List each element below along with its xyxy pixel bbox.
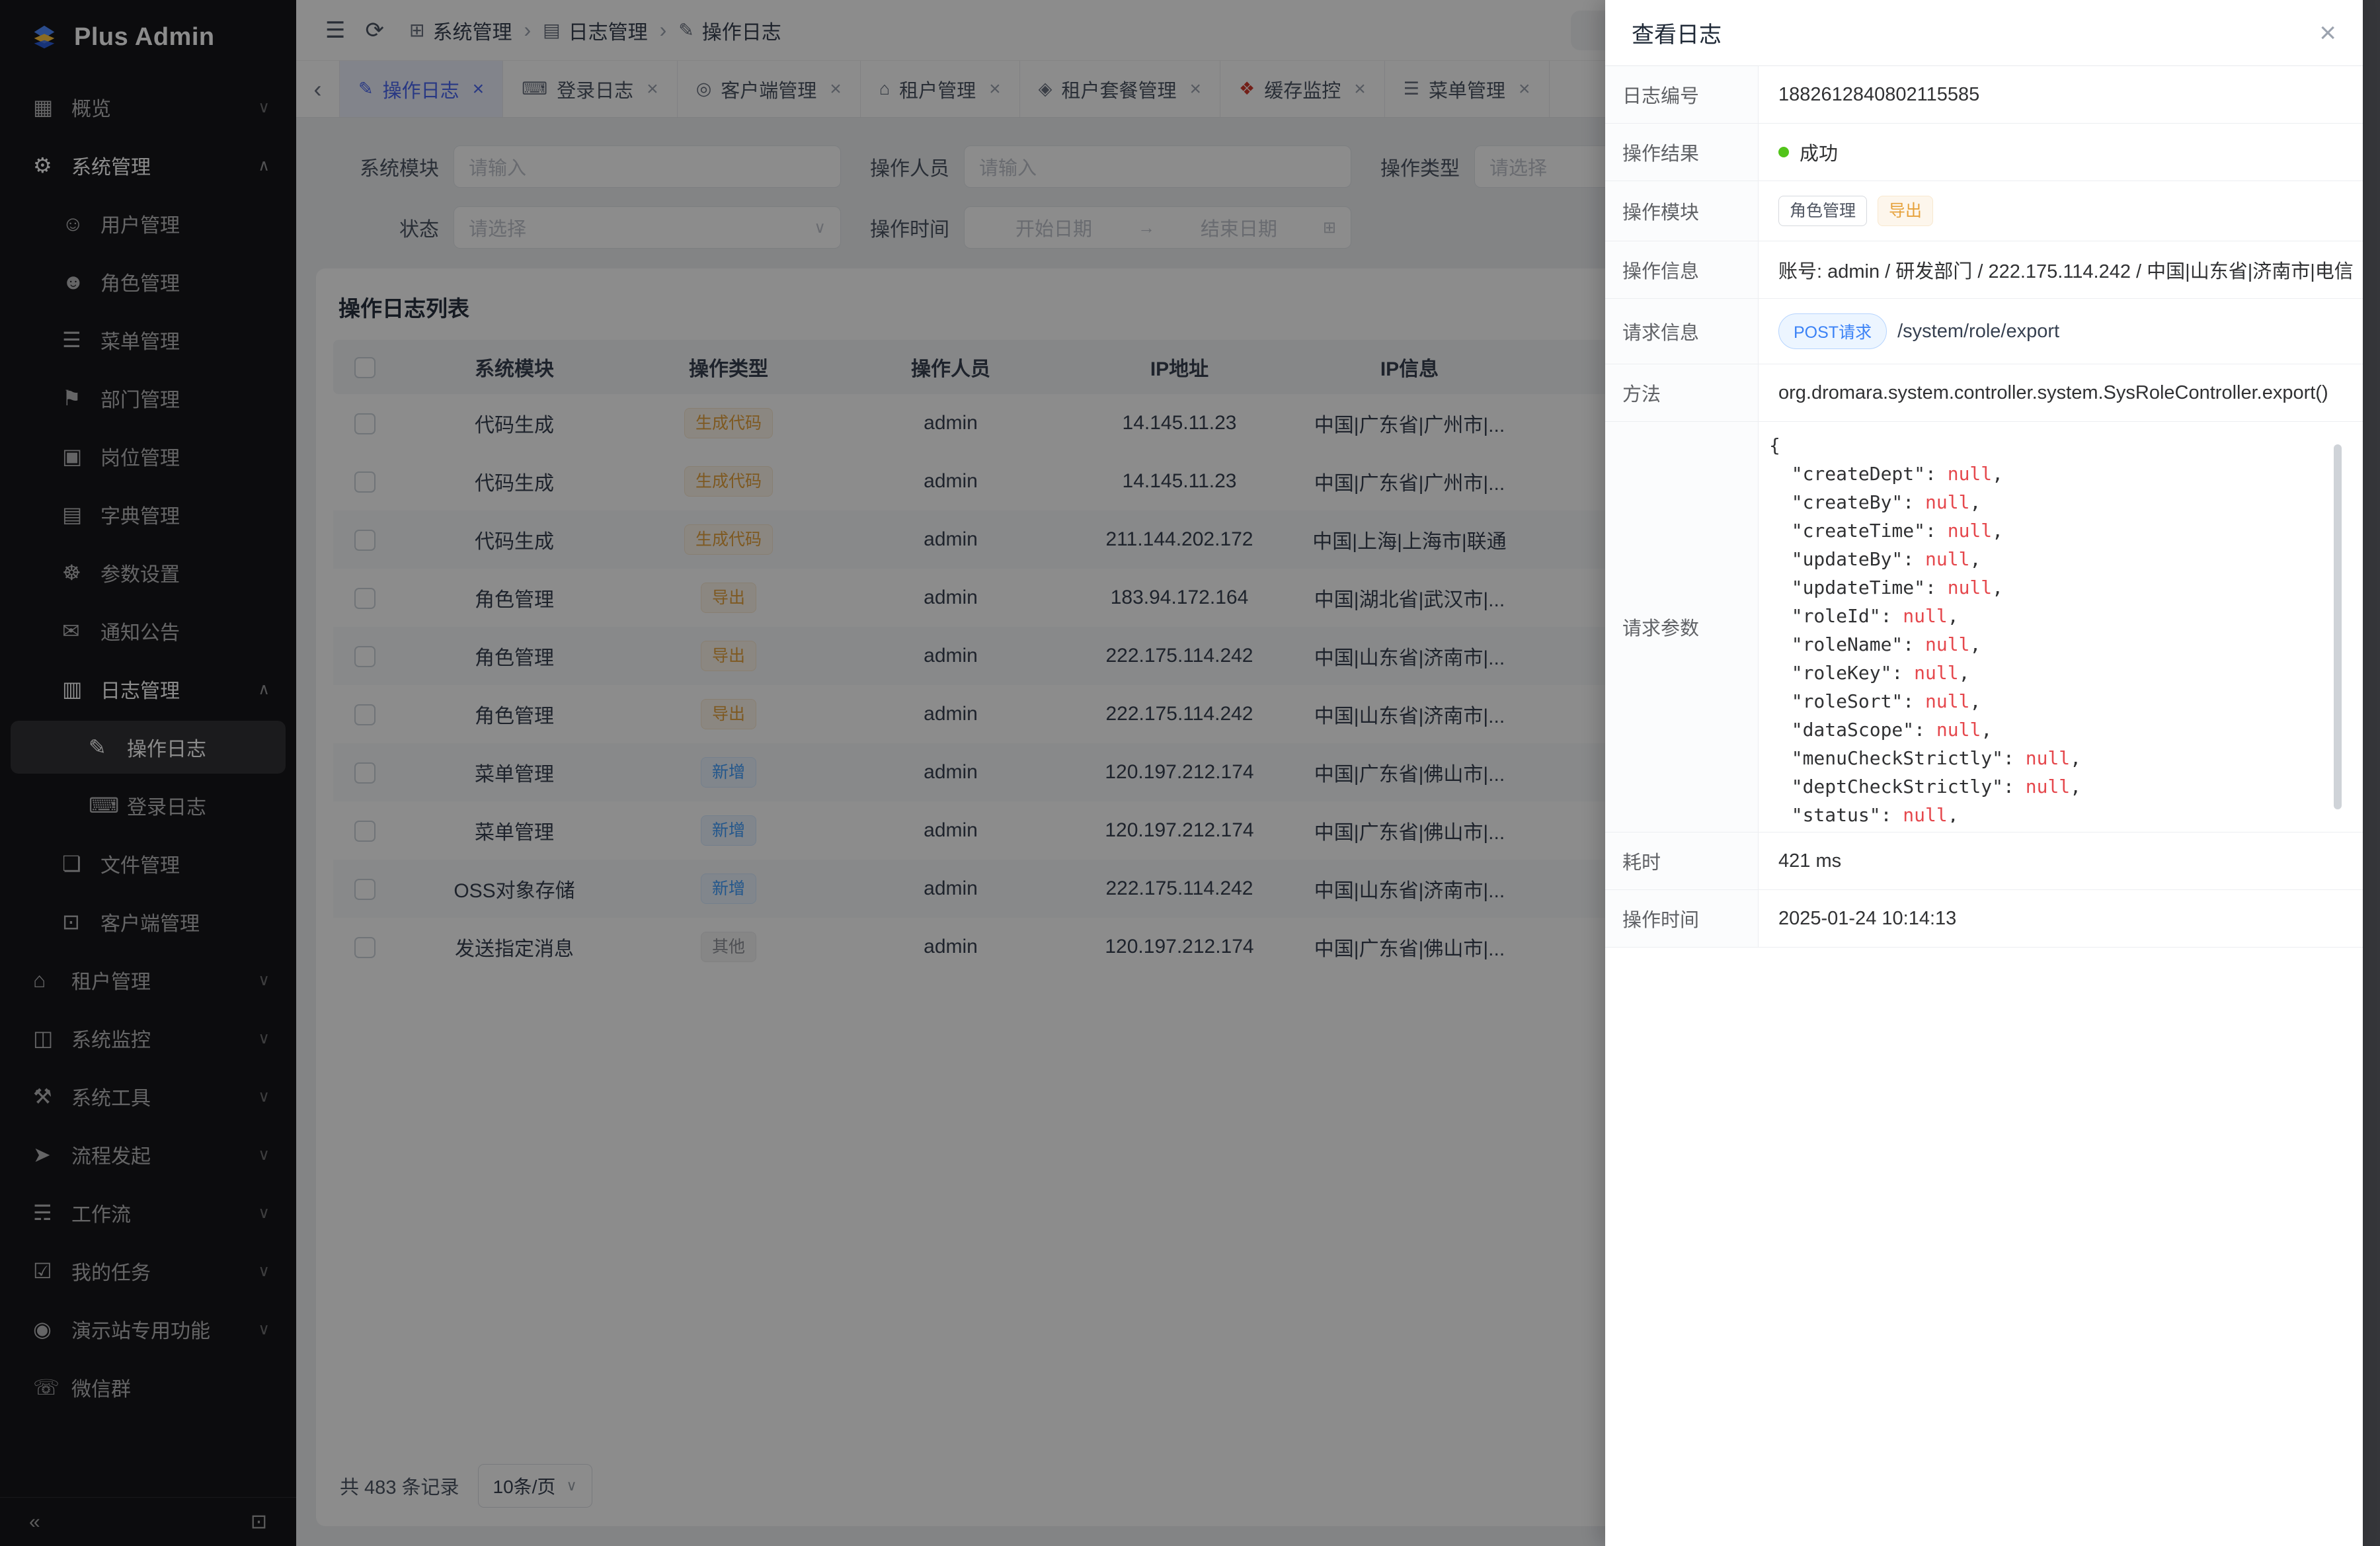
field-label: 耗时 bbox=[1605, 833, 1759, 889]
request-params-code: { "createDept": null, "createBy": null, … bbox=[1769, 431, 2346, 823]
json-null-value: null bbox=[1936, 719, 1981, 741]
json-null-value: null bbox=[1925, 548, 1969, 570]
drawer-field-row: 请求参数{ "createDept": null, "createBy": nu… bbox=[1605, 422, 2363, 833]
json-null-value: null bbox=[1914, 662, 1958, 684]
field-label: 操作时间 bbox=[1605, 890, 1759, 947]
field-label: 操作结果 bbox=[1605, 124, 1759, 181]
json-null-value: null bbox=[1925, 690, 1969, 712]
field-value: 成功 bbox=[1759, 124, 2363, 181]
field-label: 操作模块 bbox=[1605, 181, 1759, 241]
field-value: 421 ms bbox=[1759, 833, 2363, 889]
drawer-field-row: 方法org.dromara.system.controller.system.S… bbox=[1605, 364, 2363, 422]
json-null-value: null bbox=[1925, 491, 1969, 513]
drawer-field-row: 操作时间2025-01-24 10:14:13 bbox=[1605, 890, 2363, 948]
json-null-value: null bbox=[1948, 520, 1992, 542]
drawer-title: 查看日志 bbox=[1632, 17, 1722, 49]
request-url: /system/role/export bbox=[1897, 321, 2059, 343]
drawer-field-row: 操作模块角色管理导出 bbox=[1605, 181, 2363, 241]
drawer-field-row: 操作结果 成功 bbox=[1605, 124, 2363, 181]
request-method-tag: POST请求 bbox=[1778, 313, 1887, 349]
json-code: { "createDept": null, "createBy": null, … bbox=[1769, 431, 2346, 823]
drawer-field-row: 操作信息账号: admin / 研发部门 / 222.175.114.242 /… bbox=[1605, 241, 2363, 299]
json-null-value: null bbox=[2026, 747, 2070, 769]
drawer-body: 日志编号1882612840802115585操作结果成功操作模块角色管理导出操… bbox=[1605, 66, 2363, 1546]
close-icon[interactable]: × bbox=[2319, 19, 2336, 48]
module-tag: 导出 bbox=[1878, 196, 1933, 226]
right-edge-shade bbox=[2363, 0, 2380, 1546]
json-null-value: null bbox=[1903, 605, 1947, 627]
field-value: 1882612840802115585 bbox=[1759, 66, 2363, 123]
field-value: 2025-01-24 10:14:13 bbox=[1759, 890, 2363, 947]
json-null-value: null bbox=[1925, 633, 1969, 655]
status-text: 成功 bbox=[1800, 138, 1838, 166]
module-tag: 角色管理 bbox=[1778, 196, 1867, 226]
field-label: 请求信息 bbox=[1605, 299, 1759, 364]
view-log-drawer: 查看日志 × 日志编号1882612840802115585操作结果 成功操作模块… bbox=[1605, 0, 2363, 1546]
field-value: POST请求/system/role/export bbox=[1759, 299, 2363, 364]
success-dot-icon bbox=[1778, 147, 1789, 157]
field-value: org.dromara.system.controller.system.Sys… bbox=[1759, 364, 2363, 421]
field-value: 账号: admin / 研发部门 / 222.175.114.242 / 中国|… bbox=[1759, 241, 2363, 298]
drawer-field-row: 请求信息POST请求/system/role/export bbox=[1605, 299, 2363, 364]
scrollbar-thumb[interactable] bbox=[2334, 444, 2342, 809]
field-label: 日志编号 bbox=[1605, 66, 1759, 123]
json-null-value: null bbox=[1948, 577, 1992, 598]
drawer-field-row: 日志编号1882612840802115585 bbox=[1605, 66, 2363, 124]
drawer-field-row: 耗时421 ms bbox=[1605, 833, 2363, 890]
field-label: 操作信息 bbox=[1605, 241, 1759, 298]
field-value: { "createDept": null, "createBy": null, … bbox=[1759, 422, 2363, 832]
field-label: 方法 bbox=[1605, 364, 1759, 421]
json-null-value: null bbox=[1903, 804, 1947, 823]
field-label: 请求参数 bbox=[1605, 422, 1759, 832]
drawer-header: 查看日志 × bbox=[1605, 0, 2363, 66]
field-value: 角色管理导出 bbox=[1759, 181, 2363, 241]
json-null-value: null bbox=[2026, 776, 2070, 797]
json-null-value: null bbox=[1948, 463, 1992, 485]
